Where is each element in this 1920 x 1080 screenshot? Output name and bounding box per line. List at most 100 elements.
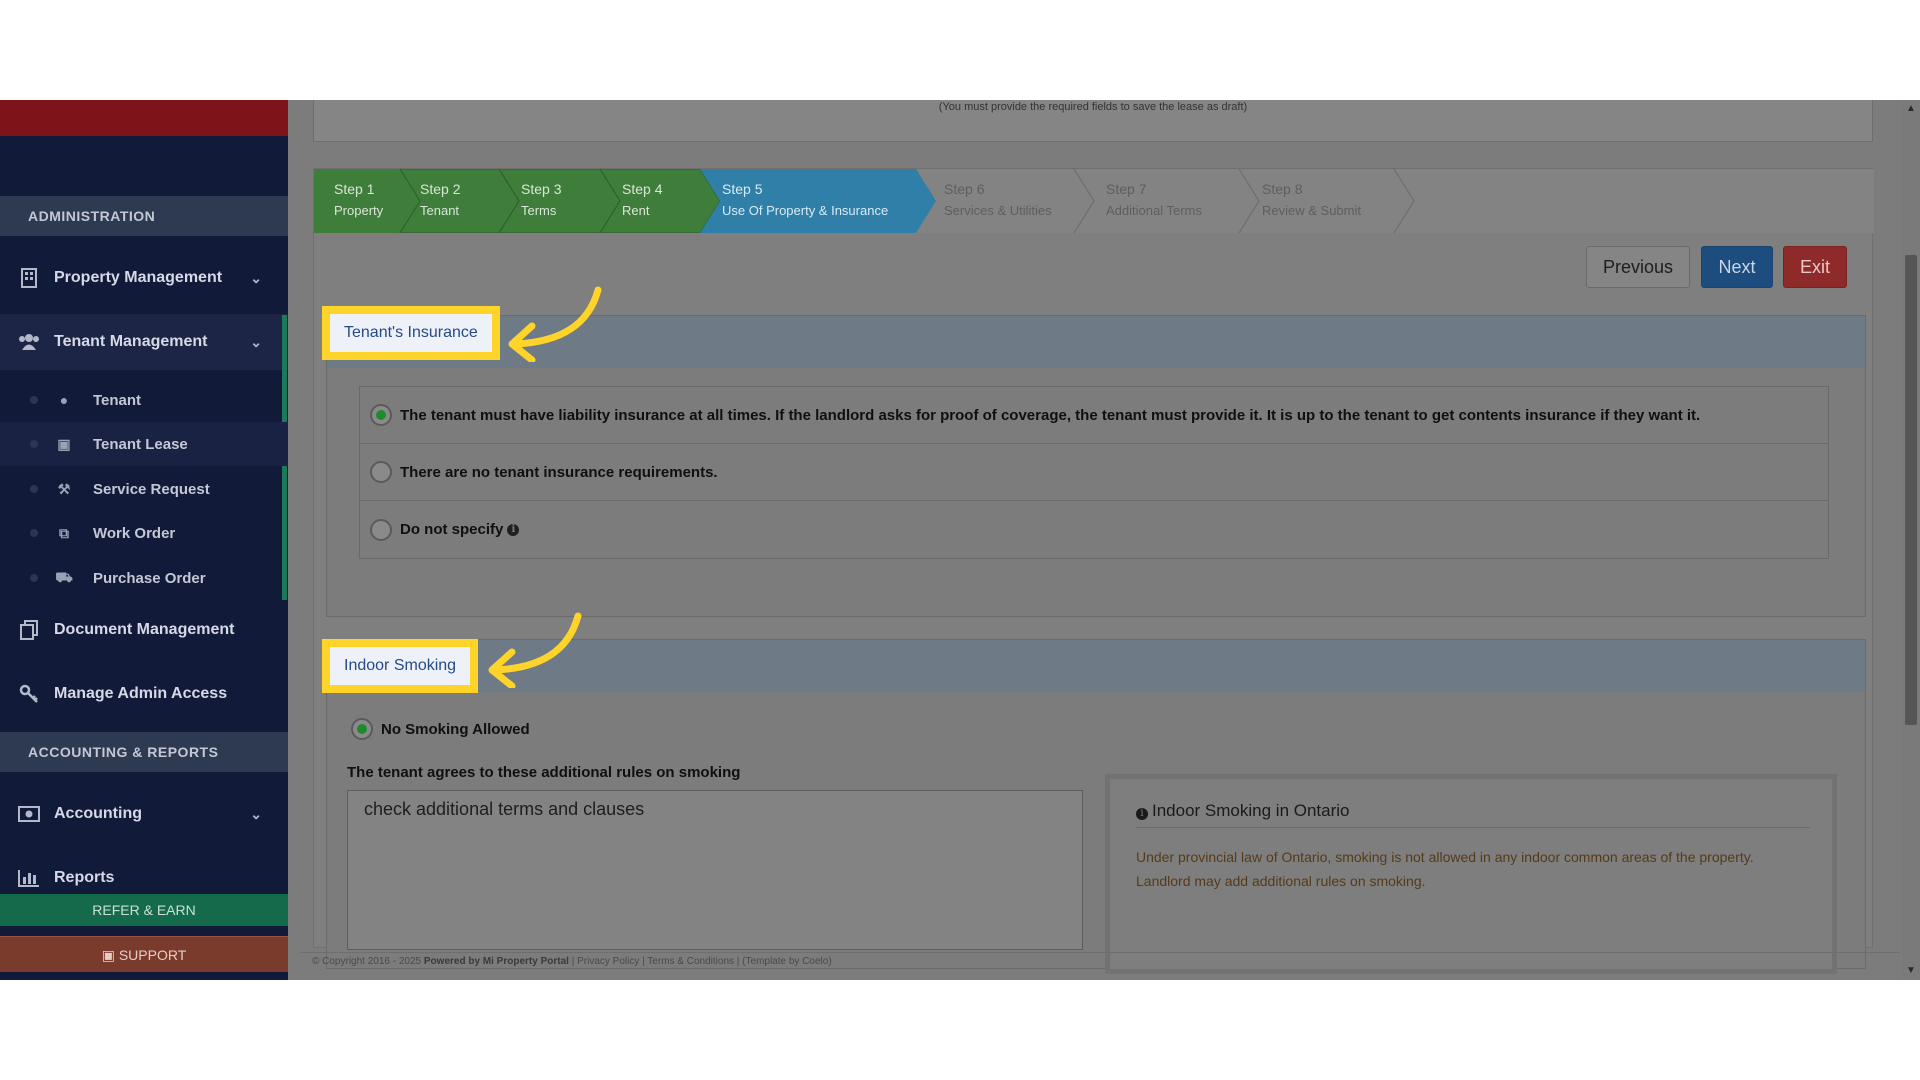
step-label: Step 4: [622, 181, 663, 197]
step-6[interactable]: Step 6 Services & Utilities: [924, 169, 1084, 233]
radio-unselected[interactable]: [370, 518, 392, 541]
step-name: Terms: [521, 203, 557, 218]
step-name: Use Of Property & Insurance: [722, 203, 889, 218]
book-icon: ▣: [101, 947, 115, 963]
scroll-up-icon[interactable]: ▲: [1902, 100, 1920, 118]
key-icon: [18, 683, 40, 705]
calendar-check-icon: ▣: [57, 435, 71, 452]
smoking-option-no-smoking[interactable]: No Smoking Allowed: [351, 718, 530, 740]
users-icon: [18, 331, 40, 353]
step-bar: Step 1 Property Step 2 Tenant Step 3 Terms …: [314, 169, 1874, 233]
step-2[interactable]: Step 2 Tenant: [400, 169, 500, 233]
sidebar: ADMINISTRATION Property Management ⌄ Ten…: [0, 100, 288, 980]
tree-dot: [30, 574, 38, 582]
sidebar-subitem-purchase-order[interactable]: ⛟ Purchase Order: [0, 556, 288, 600]
step-label: Step 7: [1106, 181, 1147, 197]
support-button[interactable]: ▣ SUPPORT: [0, 936, 288, 972]
info-title-text: Indoor Smoking in Ontario: [1152, 801, 1350, 820]
sidebar-item-manage-admin-access[interactable]: Manage Admin Access: [0, 666, 288, 722]
vertical-scrollbar[interactable]: ▲ ▼: [1902, 100, 1920, 980]
section-administration: ADMINISTRATION: [0, 196, 288, 236]
step-name: Review & Submit: [1262, 203, 1361, 218]
scroll-thumb[interactable]: [1905, 255, 1917, 725]
sidebar-item-document-management[interactable]: Document Management: [0, 602, 288, 658]
sidebar-subitem-label: Purchase Order: [93, 569, 206, 587]
refer-earn-button[interactable]: REFER & EARN: [0, 894, 288, 926]
step-5-current[interactable]: Step 5 Use Of Property & Insurance: [702, 169, 922, 233]
sidebar-item-accounting[interactable]: Accounting ⌄: [0, 786, 288, 842]
insurance-option-not-specify[interactable]: Do not specify i: [360, 501, 1828, 558]
truck-icon: ⛟: [55, 568, 73, 585]
callout-arrow-icon: [488, 612, 582, 688]
highlight-indoor-smoking: Indoor Smoking: [322, 639, 479, 693]
money-icon: [18, 803, 40, 825]
exit-button[interactable]: Exit: [1783, 246, 1847, 288]
insurance-option-none[interactable]: There are no tenant insurance requiremen…: [360, 444, 1828, 501]
smoking-rules-label: The tenant agrees to these additional ru…: [347, 764, 741, 781]
section-title-indoor-smoking: Indoor Smoking: [330, 647, 471, 685]
step-label: Step 6: [944, 181, 985, 197]
sidebar-item-tenant-management[interactable]: Tenant Management ⌄: [0, 314, 288, 370]
info-box-title: i Indoor Smoking in Ontario: [1136, 801, 1350, 821]
smoking-info-box: i Indoor Smoking in Ontario Under provinc…: [1105, 774, 1837, 974]
step-label: Step 2: [420, 181, 461, 197]
sidebar-subitem-tenant-lease[interactable]: ▣ Tenant Lease: [0, 422, 288, 466]
smoking-rules-textarea[interactable]: check additional terms and clauses: [347, 790, 1083, 950]
info-icon: i: [1136, 808, 1148, 820]
tree-dot: [30, 529, 38, 537]
option-label: No Smoking Allowed: [381, 720, 530, 738]
highlight-tenants-insurance: Tenant's Insurance: [322, 306, 500, 360]
footer-copyright: © Copyright 2016 - 2025: [312, 956, 422, 967]
next-button[interactable]: Next: [1701, 246, 1773, 288]
step-7[interactable]: Step 7 Additional Terms: [1086, 169, 1246, 233]
tree-dot: [30, 485, 38, 493]
option-label: The tenant must have liability insurance…: [400, 406, 1701, 424]
app-frame: ADMINISTRATION Property Management ⌄ Ten…: [0, 100, 1920, 980]
sidebar-subitem-label: Tenant Lease: [93, 435, 188, 453]
step-name: Additional Terms: [1106, 203, 1202, 218]
sidebar-subitem-service-request[interactable]: ⚒ Service Request: [0, 467, 288, 511]
step-label: Step 5: [722, 181, 763, 197]
callout-arrow-icon: [508, 286, 602, 362]
divider: [1136, 827, 1810, 828]
radio-selected[interactable]: [370, 404, 392, 426]
tree-dot: [30, 440, 38, 448]
step-label: Step 1: [334, 181, 375, 197]
scroll-down-icon[interactable]: ▼: [1902, 962, 1920, 980]
step-name: Rent: [622, 203, 650, 218]
step-name: Property: [334, 203, 384, 218]
radio-unselected[interactable]: [370, 461, 392, 483]
chevron-down-icon: ⌄: [250, 269, 262, 286]
draft-notice: (You must provide the required fields to…: [938, 101, 1248, 113]
wrench-icon: ⚒: [57, 480, 71, 497]
footer-powered-link[interactable]: Powered by Mi Property Portal: [424, 956, 569, 967]
sidebar-subitem-label: Service Request: [93, 480, 210, 498]
previous-button[interactable]: Previous: [1586, 246, 1690, 288]
option-label: There are no tenant insurance requiremen…: [400, 463, 718, 481]
step-name: Services & Utilities: [944, 203, 1052, 218]
sidebar-subitem-work-order[interactable]: ⧉ Work Order: [0, 511, 288, 555]
insurance-option-required[interactable]: The tenant must have liability insurance…: [360, 387, 1828, 444]
sidebar-item-label: Tenant Management: [54, 333, 208, 350]
radio-selected[interactable]: [351, 718, 373, 740]
chevron-down-icon: ⌄: [250, 805, 262, 822]
sidebar-subitem-tenant[interactable]: ● Tenant: [0, 378, 288, 422]
smoking-panel: No Smoking Allowed The tenant agrees to …: [326, 639, 1866, 974]
sidebar-subitem-label: Work Order: [93, 524, 176, 542]
step-8[interactable]: Step 8 Review & Submit: [1242, 169, 1402, 233]
step-4[interactable]: Step 4 Rent: [602, 169, 702, 233]
step-3[interactable]: Step 3 Terms: [501, 169, 601, 233]
step-label: Step 8: [1262, 181, 1303, 197]
footer-template: (Template by Coelo): [742, 956, 832, 967]
section-accounting-reports: ACCOUNTING & REPORTS: [0, 732, 288, 772]
footer: © Copyright 2016 - 2025 Powered by Mi Pr…: [300, 952, 1900, 980]
option-label: Do not specify: [400, 521, 504, 538]
info-box-text: Under provincial law of Ontario, smoking…: [1136, 849, 1754, 889]
footer-links[interactable]: | Privacy Policy | Terms & Conditions |: [572, 956, 740, 967]
copy-icon: ⧉: [59, 524, 69, 541]
info-icon[interactable]: i: [507, 523, 520, 536]
step-label: Step 3: [521, 181, 562, 197]
sidebar-item-property-management[interactable]: Property Management ⌄: [0, 250, 288, 306]
step-1[interactable]: Step 1 Property: [314, 169, 404, 233]
sidebar-subitem-label: Tenant: [93, 391, 142, 409]
